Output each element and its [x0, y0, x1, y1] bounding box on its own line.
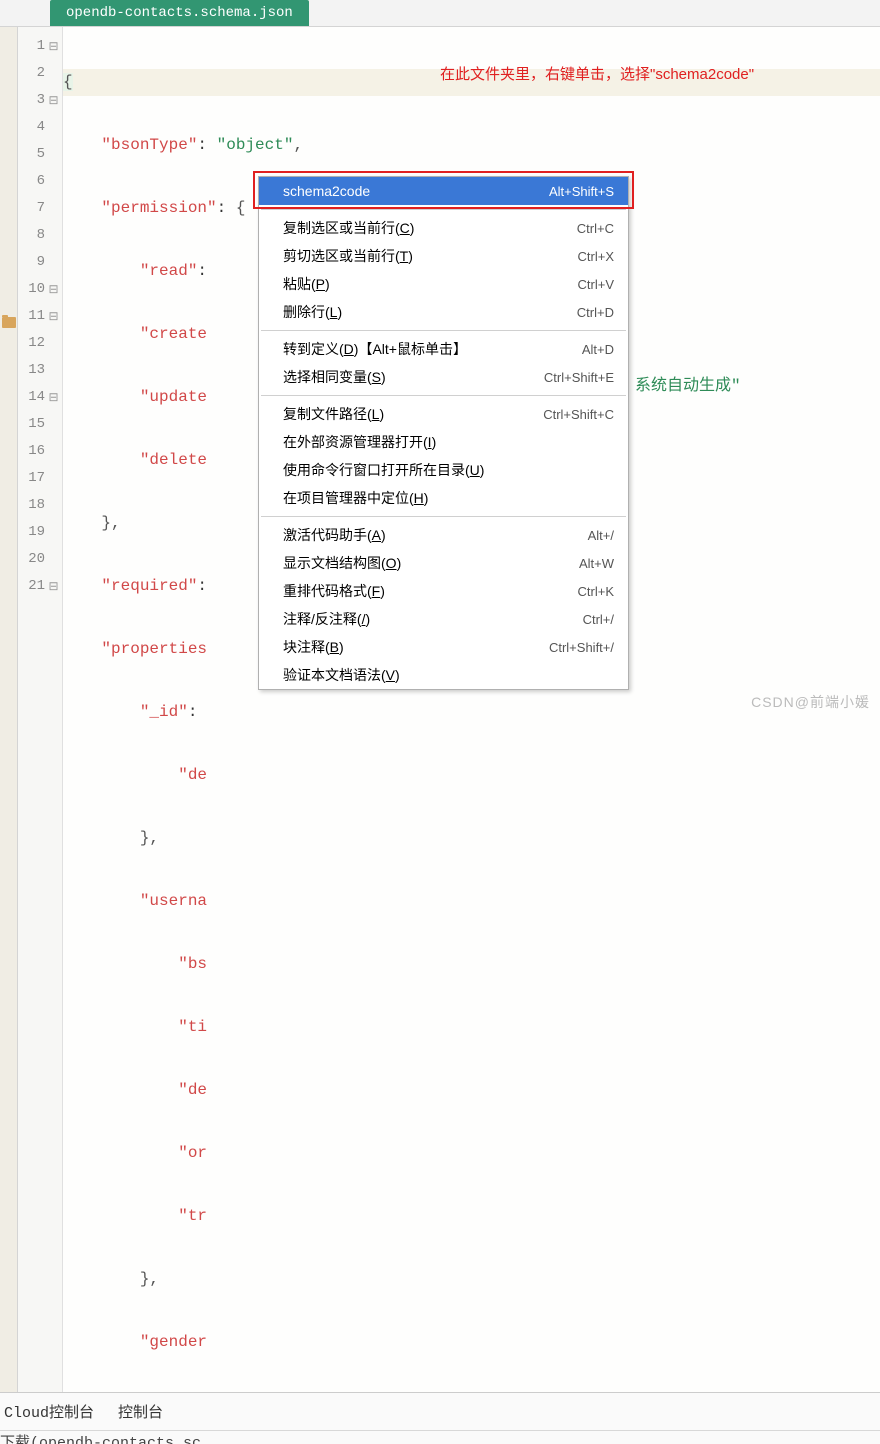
menu-item-label: 剪切选区或当前行(T) [283, 246, 578, 266]
gutter-line: 6 [18, 168, 62, 195]
menu-item-label: 验证本文档语法(V) [283, 665, 614, 685]
menu-item-label: 重排代码格式(F) [283, 581, 578, 601]
menu-item-label: schema2code [283, 183, 549, 199]
menu-item[interactable]: 在项目管理器中定位(H) [259, 484, 628, 512]
line-gutter: 1⊟23⊟45678910⊟11⊟121314⊟15161718192021⊟ [18, 27, 63, 1392]
gutter-line: 1⊟ [18, 33, 62, 60]
menu-item-shortcut: Ctrl+Shift+E [544, 370, 614, 385]
gutter-line: 4 [18, 114, 62, 141]
menu-item-shortcut: Alt+Shift+S [549, 184, 614, 199]
gutter-line: 7 [18, 195, 62, 222]
menu-item[interactable]: 粘贴(P)Ctrl+V [259, 270, 628, 298]
menu-item-shortcut: Ctrl+K [578, 584, 614, 599]
bottom-panel: Cloud控制台 控制台 下载(opendb-contacts.sc 下载(co… [0, 1392, 880, 1444]
tab-bar: opendb-contacts.schema.json [0, 0, 880, 27]
gutter-line: 15 [18, 411, 62, 438]
menu-item-label: 选择相同变量(S) [283, 367, 544, 387]
gutter-line: 11⊟ [18, 303, 62, 330]
menu-item-shortcut: Alt+D [582, 342, 614, 357]
gutter-line: 20 [18, 546, 62, 573]
menu-item[interactable]: 在外部资源管理器打开(I) [259, 428, 628, 456]
context-menu: schema2codeAlt+Shift+S复制选区或当前行(C)Ctrl+C剪… [258, 176, 629, 690]
gutter-line: 18 [18, 492, 62, 519]
menu-item-label: 在项目管理器中定位(H) [283, 488, 614, 508]
menu-separator [261, 516, 626, 517]
menu-item[interactable]: 选择相同变量(S)Ctrl+Shift+E [259, 363, 628, 391]
watermark: CSDN@前端小媛 [751, 692, 870, 712]
console-line: 下载(opendb-contacts.sc [0, 1433, 880, 1444]
gutter-line: 19 [18, 519, 62, 546]
file-tab[interactable]: opendb-contacts.schema.json [50, 0, 309, 26]
gutter-line: 21⊟ [18, 573, 62, 600]
annotation-text: 在此文件夹里，右键单击，选择"schema2code" [440, 63, 754, 84]
menu-item-shortcut: Alt+/ [588, 528, 614, 543]
gutter-line: 14⊟ [18, 384, 62, 411]
menu-item[interactable]: 删除行(L)Ctrl+D [259, 298, 628, 326]
menu-item-shortcut: Ctrl+/ [583, 612, 614, 627]
menu-item-label: 块注释(B) [283, 637, 549, 657]
menu-item[interactable]: schema2codeAlt+Shift+S [259, 177, 628, 205]
menu-item[interactable]: 验证本文档语法(V) [259, 661, 628, 689]
menu-item[interactable]: 复制选区或当前行(C)Ctrl+C [259, 214, 628, 242]
menu-item-label: 显示文档结构图(O) [283, 553, 579, 573]
menu-item[interactable]: 复制文件路径(L)Ctrl+Shift+C [259, 400, 628, 428]
menu-separator [261, 395, 626, 396]
menu-item-shortcut: Ctrl+X [578, 249, 614, 264]
menu-item-shortcut: Ctrl+D [577, 305, 614, 320]
menu-item[interactable]: 激活代码助手(A)Alt+/ [259, 521, 628, 549]
menu-item-shortcut: Ctrl+Shift+C [543, 407, 614, 422]
editor-area: 1⊟23⊟45678910⊟11⊟121314⊟15161718192021⊟ … [0, 27, 880, 1392]
menu-item[interactable]: 重排代码格式(F)Ctrl+K [259, 577, 628, 605]
bottom-tab-console[interactable]: 控制台 [118, 1401, 163, 1422]
folder-icon [2, 317, 16, 328]
gutter-line: 9 [18, 249, 62, 276]
menu-item-label: 删除行(L) [283, 302, 577, 322]
menu-item-label: 复制文件路径(L) [283, 404, 543, 424]
menu-separator [261, 330, 626, 331]
menu-separator [261, 209, 626, 210]
gutter-line: 2 [18, 60, 62, 87]
code-fragment-right: 系统自动生成" [635, 371, 741, 395]
menu-item[interactable]: 剪切选区或当前行(T)Ctrl+X [259, 242, 628, 270]
menu-item-shortcut: Ctrl+C [577, 221, 614, 236]
menu-item-label: 粘贴(P) [283, 274, 578, 294]
gutter-line: 8 [18, 222, 62, 249]
menu-item[interactable]: 显示文档结构图(O)Alt+W [259, 549, 628, 577]
gutter-line: 16 [18, 438, 62, 465]
menu-item-label: 转到定义(D)【Alt+鼠标单击】 [283, 339, 582, 359]
menu-item[interactable]: 转到定义(D)【Alt+鼠标单击】Alt+D [259, 335, 628, 363]
menu-item-shortcut: Alt+W [579, 556, 614, 571]
menu-item-label: 在外部资源管理器打开(I) [283, 432, 614, 452]
gutter-line: 17 [18, 465, 62, 492]
menu-item-label: 注释/反注释(/) [283, 609, 583, 629]
menu-item-shortcut: Ctrl+V [578, 277, 614, 292]
menu-item-label: 激活代码助手(A) [283, 525, 588, 545]
gutter-line: 10⊟ [18, 276, 62, 303]
menu-item-label: 复制选区或当前行(C) [283, 218, 577, 238]
menu-item[interactable]: 使用命令行窗口打开所在目录(U) [259, 456, 628, 484]
gutter-line: 13 [18, 357, 62, 384]
gutter-line: 3⊟ [18, 87, 62, 114]
bottom-tab-cloud[interactable]: Cloud控制台 [4, 1401, 94, 1422]
gutter-line: 12 [18, 330, 62, 357]
gutter-line: 5 [18, 141, 62, 168]
menu-item[interactable]: 块注释(B)Ctrl+Shift+/ [259, 633, 628, 661]
menu-item[interactable]: 注释/反注释(/)Ctrl+/ [259, 605, 628, 633]
menu-item-shortcut: Ctrl+Shift+/ [549, 640, 614, 655]
left-gutter [0, 27, 18, 1392]
menu-item-label: 使用命令行窗口打开所在目录(U) [283, 460, 614, 480]
